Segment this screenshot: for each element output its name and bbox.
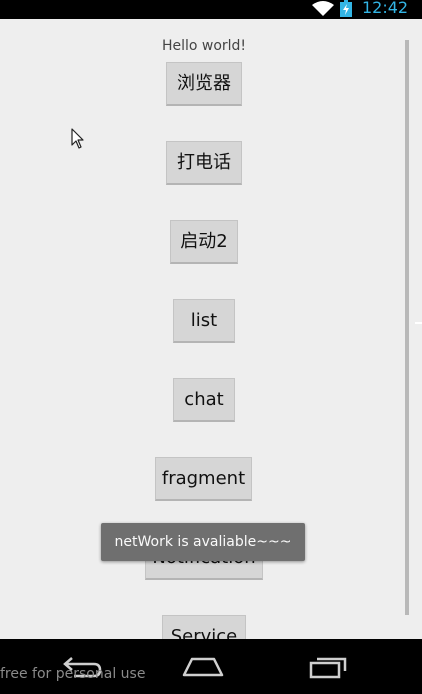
scrollbar[interactable] — [405, 40, 409, 615]
window-edge-mark — [415, 322, 422, 324]
service-button[interactable]: Service — [162, 615, 246, 639]
hello-text: Hello world! — [161, 38, 247, 54]
launch2-button-label: 启动2 — [180, 231, 228, 252]
recent-apps-icon[interactable] — [303, 651, 353, 681]
status-bar: 12:42 — [0, 0, 422, 19]
watermark-text: free for personal use — [0, 666, 146, 682]
toast-message: netWork is avaliable~~~ — [101, 523, 305, 561]
phone-screen: 12:42 Hello world! 浏览器 打电话 启动2 list chat… — [0, 0, 422, 694]
navigation-bar: free for personal use — [0, 639, 422, 694]
call-button[interactable]: 打电话 — [166, 141, 242, 185]
home-icon[interactable] — [178, 651, 228, 681]
browser-button-label: 浏览器 — [177, 73, 231, 94]
service-button-label: Service — [170, 626, 238, 639]
launch2-button[interactable]: 启动2 — [170, 220, 238, 264]
list-button[interactable]: list — [173, 299, 235, 343]
battery-charging-icon — [340, 0, 352, 17]
chat-button-label: chat — [184, 389, 224, 410]
list-button-label: list — [190, 310, 218, 331]
mouse-cursor-icon — [71, 128, 84, 149]
chat-button[interactable]: chat — [173, 378, 235, 422]
wifi-icon — [312, 1, 334, 16]
call-button-label: 打电话 — [177, 152, 231, 173]
status-clock: 12:42 — [362, 0, 409, 17]
fragment-button-label: fragment — [161, 468, 246, 489]
browser-button[interactable]: 浏览器 — [166, 62, 242, 106]
fragment-button[interactable]: fragment — [155, 457, 252, 501]
